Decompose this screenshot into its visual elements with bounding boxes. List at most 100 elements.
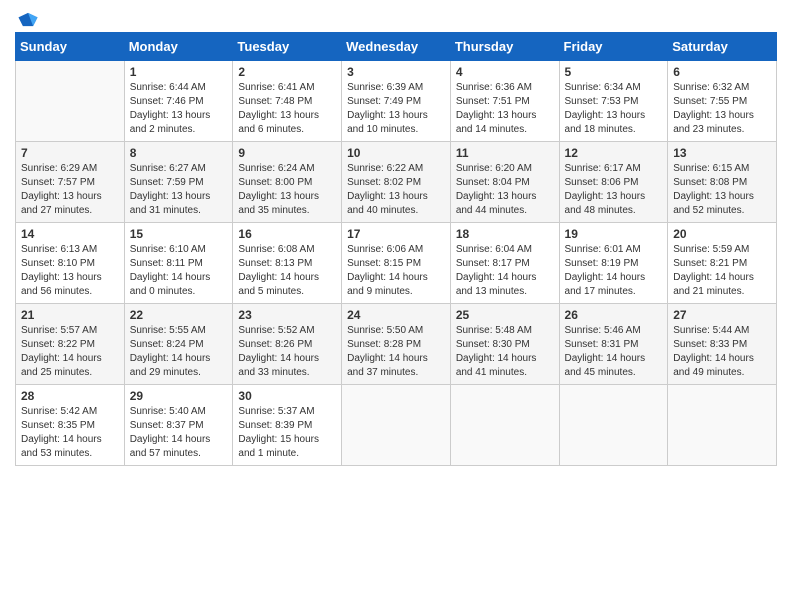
sunrise-text: Sunrise: 6:20 AM (456, 162, 554, 176)
cell-info: Sunrise: 5:46 AM Sunset: 8:31 PM Dayligh… (565, 324, 663, 380)
cell-info: Sunrise: 6:24 AM Sunset: 8:00 PM Dayligh… (238, 162, 336, 218)
sunset-text: Sunset: 8:11 PM (130, 257, 228, 271)
sunset-text: Sunset: 7:49 PM (347, 95, 445, 109)
cell-info: Sunrise: 5:42 AM Sunset: 8:35 PM Dayligh… (21, 405, 119, 461)
calendar-cell (559, 385, 668, 466)
sunrise-text: Sunrise: 6:34 AM (565, 81, 663, 95)
sunrise-text: Sunrise: 6:24 AM (238, 162, 336, 176)
calendar-cell (668, 385, 777, 466)
daylight-text: Daylight: 14 hours and 13 minutes. (456, 271, 554, 299)
daylight-text: Daylight: 13 hours and 23 minutes. (673, 109, 771, 137)
sunset-text: Sunset: 8:35 PM (21, 419, 119, 433)
sunrise-text: Sunrise: 6:15 AM (673, 162, 771, 176)
daylight-text: Daylight: 13 hours and 6 minutes. (238, 109, 336, 137)
daylight-text: Daylight: 14 hours and 29 minutes. (130, 352, 228, 380)
daylight-text: Daylight: 14 hours and 41 minutes. (456, 352, 554, 380)
sunset-text: Sunset: 8:24 PM (130, 338, 228, 352)
sunset-text: Sunset: 8:06 PM (565, 176, 663, 190)
cell-info: Sunrise: 6:04 AM Sunset: 8:17 PM Dayligh… (456, 243, 554, 299)
calendar-cell: 6 Sunrise: 6:32 AM Sunset: 7:55 PM Dayli… (668, 61, 777, 142)
calendar-cell: 27 Sunrise: 5:44 AM Sunset: 8:33 PM Dayl… (668, 304, 777, 385)
sunrise-text: Sunrise: 6:39 AM (347, 81, 445, 95)
calendar-cell: 15 Sunrise: 6:10 AM Sunset: 8:11 PM Dayl… (124, 223, 233, 304)
cell-info: Sunrise: 6:27 AM Sunset: 7:59 PM Dayligh… (130, 162, 228, 218)
calendar-cell: 12 Sunrise: 6:17 AM Sunset: 8:06 PM Dayl… (559, 142, 668, 223)
day-number: 28 (21, 389, 119, 403)
day-number: 13 (673, 146, 771, 160)
daylight-text: Daylight: 14 hours and 21 minutes. (673, 271, 771, 299)
day-header-wednesday: Wednesday (342, 33, 451, 61)
sunrise-text: Sunrise: 6:27 AM (130, 162, 228, 176)
daylight-text: Daylight: 13 hours and 56 minutes. (21, 271, 119, 299)
calendar-cell: 21 Sunrise: 5:57 AM Sunset: 8:22 PM Dayl… (16, 304, 125, 385)
calendar-cell: 24 Sunrise: 5:50 AM Sunset: 8:28 PM Dayl… (342, 304, 451, 385)
cell-info: Sunrise: 6:06 AM Sunset: 8:15 PM Dayligh… (347, 243, 445, 299)
daylight-text: Daylight: 13 hours and 35 minutes. (238, 190, 336, 218)
sunset-text: Sunset: 8:26 PM (238, 338, 336, 352)
calendar-cell: 7 Sunrise: 6:29 AM Sunset: 7:57 PM Dayli… (16, 142, 125, 223)
cell-info: Sunrise: 5:37 AM Sunset: 8:39 PM Dayligh… (238, 405, 336, 461)
sunrise-text: Sunrise: 6:22 AM (347, 162, 445, 176)
calendar-cell: 28 Sunrise: 5:42 AM Sunset: 8:35 PM Dayl… (16, 385, 125, 466)
daylight-text: Daylight: 14 hours and 57 minutes. (130, 433, 228, 461)
daylight-text: Daylight: 14 hours and 25 minutes. (21, 352, 119, 380)
sunset-text: Sunset: 8:37 PM (130, 419, 228, 433)
cell-info: Sunrise: 5:57 AM Sunset: 8:22 PM Dayligh… (21, 324, 119, 380)
cell-info: Sunrise: 5:52 AM Sunset: 8:26 PM Dayligh… (238, 324, 336, 380)
sunrise-text: Sunrise: 6:04 AM (456, 243, 554, 257)
calendar-cell: 29 Sunrise: 5:40 AM Sunset: 8:37 PM Dayl… (124, 385, 233, 466)
daylight-text: Daylight: 14 hours and 37 minutes. (347, 352, 445, 380)
sunrise-text: Sunrise: 6:06 AM (347, 243, 445, 257)
day-number: 1 (130, 65, 228, 79)
day-header-friday: Friday (559, 33, 668, 61)
calendar-cell (16, 61, 125, 142)
day-number: 14 (21, 227, 119, 241)
calendar-cell: 5 Sunrise: 6:34 AM Sunset: 7:53 PM Dayli… (559, 61, 668, 142)
cell-info: Sunrise: 5:44 AM Sunset: 8:33 PM Dayligh… (673, 324, 771, 380)
calendar-cell: 22 Sunrise: 5:55 AM Sunset: 8:24 PM Dayl… (124, 304, 233, 385)
sunrise-text: Sunrise: 6:08 AM (238, 243, 336, 257)
calendar-table: SundayMondayTuesdayWednesdayThursdayFrid… (15, 32, 777, 466)
sunrise-text: Sunrise: 5:48 AM (456, 324, 554, 338)
cell-info: Sunrise: 6:22 AM Sunset: 8:02 PM Dayligh… (347, 162, 445, 218)
cell-info: Sunrise: 6:08 AM Sunset: 8:13 PM Dayligh… (238, 243, 336, 299)
sunset-text: Sunset: 8:15 PM (347, 257, 445, 271)
day-number: 17 (347, 227, 445, 241)
cell-info: Sunrise: 6:29 AM Sunset: 7:57 PM Dayligh… (21, 162, 119, 218)
sunset-text: Sunset: 7:55 PM (673, 95, 771, 109)
day-number: 18 (456, 227, 554, 241)
logo-icon (17, 10, 39, 32)
sunset-text: Sunset: 8:31 PM (565, 338, 663, 352)
calendar-cell: 30 Sunrise: 5:37 AM Sunset: 8:39 PM Dayl… (233, 385, 342, 466)
header (15, 10, 777, 26)
sunrise-text: Sunrise: 5:57 AM (21, 324, 119, 338)
day-number: 9 (238, 146, 336, 160)
daylight-text: Daylight: 15 hours and 1 minute. (238, 433, 336, 461)
cell-info: Sunrise: 5:40 AM Sunset: 8:37 PM Dayligh… (130, 405, 228, 461)
sunset-text: Sunset: 8:10 PM (21, 257, 119, 271)
daylight-text: Daylight: 13 hours and 14 minutes. (456, 109, 554, 137)
sunrise-text: Sunrise: 6:10 AM (130, 243, 228, 257)
sunrise-text: Sunrise: 6:29 AM (21, 162, 119, 176)
sunrise-text: Sunrise: 5:46 AM (565, 324, 663, 338)
cell-info: Sunrise: 5:48 AM Sunset: 8:30 PM Dayligh… (456, 324, 554, 380)
cell-info: Sunrise: 6:13 AM Sunset: 8:10 PM Dayligh… (21, 243, 119, 299)
sunrise-text: Sunrise: 5:40 AM (130, 405, 228, 419)
cell-info: Sunrise: 6:17 AM Sunset: 8:06 PM Dayligh… (565, 162, 663, 218)
sunrise-text: Sunrise: 6:36 AM (456, 81, 554, 95)
week-row-0: 1 Sunrise: 6:44 AM Sunset: 7:46 PM Dayli… (16, 61, 777, 142)
cell-info: Sunrise: 6:34 AM Sunset: 7:53 PM Dayligh… (565, 81, 663, 137)
sunset-text: Sunset: 8:13 PM (238, 257, 336, 271)
days-header-row: SundayMondayTuesdayWednesdayThursdayFrid… (16, 33, 777, 61)
sunset-text: Sunset: 7:59 PM (130, 176, 228, 190)
sunset-text: Sunset: 8:02 PM (347, 176, 445, 190)
daylight-text: Daylight: 14 hours and 5 minutes. (238, 271, 336, 299)
sunrise-text: Sunrise: 6:01 AM (565, 243, 663, 257)
sunset-text: Sunset: 7:57 PM (21, 176, 119, 190)
day-number: 23 (238, 308, 336, 322)
daylight-text: Daylight: 13 hours and 18 minutes. (565, 109, 663, 137)
cell-info: Sunrise: 6:20 AM Sunset: 8:04 PM Dayligh… (456, 162, 554, 218)
sunrise-text: Sunrise: 5:59 AM (673, 243, 771, 257)
day-number: 26 (565, 308, 663, 322)
day-number: 27 (673, 308, 771, 322)
